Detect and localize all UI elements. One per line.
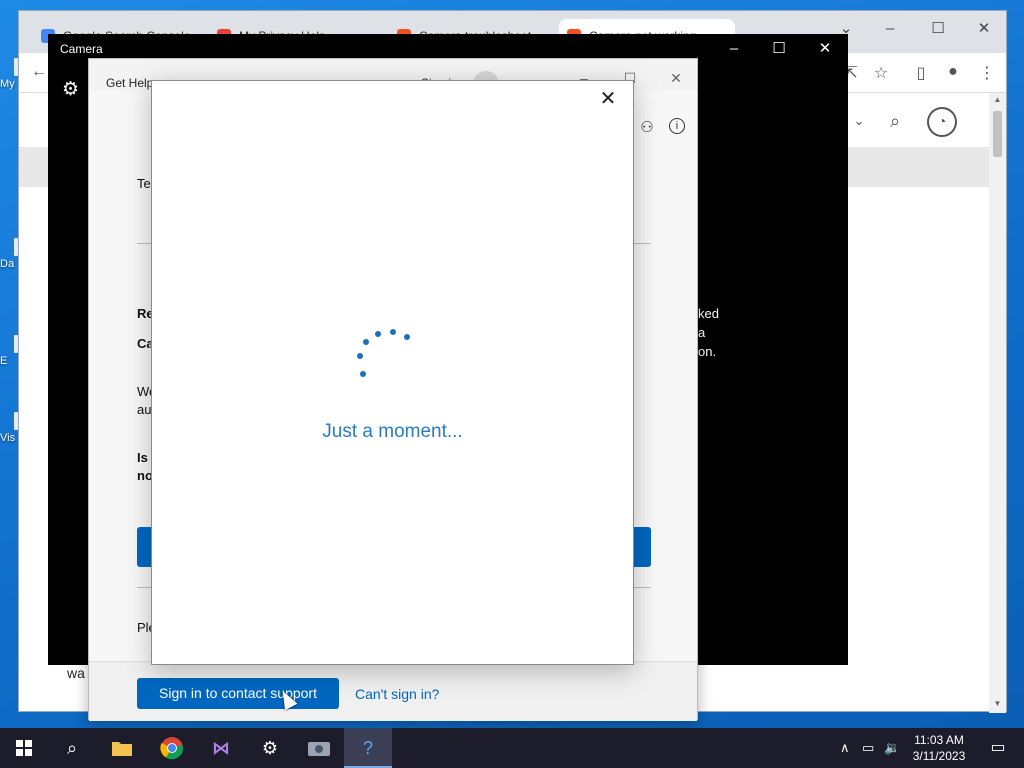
camera-message-line: on. [698,344,717,359]
system-clock[interactable]: 11:03 AM 3/11/2023 [903,732,975,764]
get-help-icon[interactable]: ? [344,728,392,768]
desktop-icon-label: Vis [0,432,16,444]
scroll-up-icon[interactable]: ▲ [989,95,1006,104]
settings-gear-icon[interactable]: ⚙ [246,728,294,768]
search-icon[interactable]: ⌕ [885,111,905,132]
clock-date: 3/11/2023 [912,749,966,763]
gh-text-au: au [137,402,152,417]
kebab-menu-icon[interactable]: ⋮ [977,63,997,83]
chevron-up-icon[interactable]: ∧ [840,740,850,756]
camera-message-line: a [698,325,706,340]
get-help-footer: Sign in to contact support Can't sign in… [89,661,697,721]
bookmark-star-icon[interactable]: ☆ [871,63,891,83]
notification-icon[interactable]: ▭ [978,728,1018,768]
info-icon[interactable]: i [669,118,685,134]
browser-minimize-button[interactable]: – [875,17,905,41]
side-panel-icon[interactable]: ▯ [911,63,931,83]
loading-spinner-icon [357,329,417,379]
loading-dialog: ✕ Just a moment... [151,80,634,665]
windows-logo-icon [16,740,32,756]
taskbar: ⌕ ⋈ ⚙ ? ∧ ▭ 🔉 11:03 AM 3/11/2023 ▭ [0,728,1024,768]
back-arrow-icon[interactable]: ← [29,63,49,81]
volume-icon[interactable]: 🔉 [884,740,900,756]
get-help-close-button[interactable]: ✕ [661,67,691,89]
scroll-down-icon[interactable]: ▼ [989,699,1006,708]
search-icon[interactable]: ⌕ [48,728,96,768]
get-help-title: Get Help [106,76,154,90]
camera-close-button[interactable]: ✕ [805,38,845,60]
network-icon[interactable]: ▭ [862,740,874,756]
desktop-icon-label: E [0,355,8,367]
page-text-fragment: wa [67,665,85,681]
camera-message: ked a on. [698,304,719,361]
gear-icon[interactable]: ⚙ [62,78,79,101]
spinner-dot [360,371,366,377]
camera-icon[interactable] [295,728,343,768]
dialog-close-button[interactable]: ✕ [595,87,621,111]
profile-icon[interactable]: ● [943,63,963,81]
share-icon[interactable]: ⚇ [636,118,658,136]
spinner-dot [363,339,369,345]
camera-title: Camera [60,42,103,56]
visual-studio-icon[interactable]: ⋈ [197,728,245,768]
scrollbar-thumb[interactable] [993,111,1002,157]
browser-maximize-button[interactable]: ☐ [923,17,953,41]
chevron-down-icon[interactable]: ⌄ [849,113,869,129]
start-button[interactable] [0,728,48,768]
cant-sign-in-link[interactable]: Can't sign in? [355,686,439,702]
account-icon[interactable]: ◔ [927,107,957,137]
camera-message-line: ked [698,306,719,321]
desktop-icon-label: Da [0,258,15,270]
browser-scrollbar[interactable]: ▲ ▼ [989,93,1006,713]
loading-message: Just a moment... [322,421,463,442]
camera-minimize-button[interactable]: – [714,38,754,60]
spinner-dot [404,334,410,340]
chrome-icon[interactable] [148,728,196,768]
spinner-dot [390,329,396,335]
spinner-dot [357,353,363,359]
chrome-logo-icon [160,737,184,760]
clock-time: 11:03 AM [914,733,964,747]
file-explorer-icon[interactable] [98,728,146,768]
camera-app-icon [308,742,330,756]
browser-close-button[interactable]: ✕ [969,17,999,41]
sign-in-to-contact-support-button[interactable]: Sign in to contact support [137,678,339,709]
spinner-dot [375,331,381,337]
folder-icon [112,742,132,756]
camera-maximize-button[interactable]: ☐ [759,38,799,60]
desktop-icon-label: My [0,78,15,90]
